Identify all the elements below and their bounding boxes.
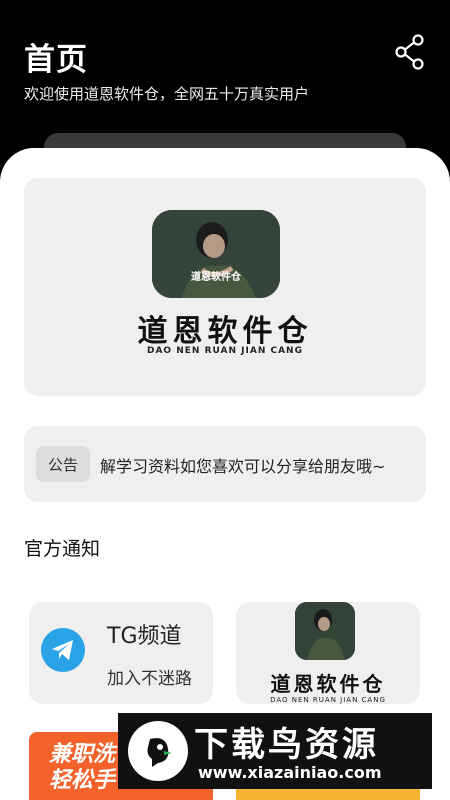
banner-photo: 道恩软件仓 <box>152 210 280 298</box>
page-title: 首页 <box>24 42 88 78</box>
section-title: 官方通知 <box>24 538 101 560</box>
announcement-text: 解学习资料如您喜欢可以分享给朋友哦~ <box>100 457 386 475</box>
promo-left-text: 兼职洗 轻松手 <box>49 742 116 793</box>
telegram-icon <box>41 628 85 672</box>
banner-pinyin: DAO NEN RUAN JIAN CANG <box>147 346 303 356</box>
watermark-title: 下载鸟资源 <box>194 725 379 765</box>
announcement-tag: 公告 <box>36 446 90 482</box>
banner-title: 道恩软件仓 <box>137 314 313 349</box>
share-button[interactable] <box>390 32 430 72</box>
banner-photo-caption: 道恩软件仓 <box>191 270 242 283</box>
tg-channel-card[interactable]: TG频道 加入不迷路 <box>29 602 213 704</box>
banner[interactable]: 道恩软件仓 道恩软件仓 DAO NEN RUAN JIAN CANG <box>24 178 426 396</box>
tg-card-title: TG频道 <box>107 624 182 649</box>
app-card-photo <box>295 602 355 660</box>
app-card-pinyin: DAO NEN RUAN JIAN CANG <box>270 696 386 704</box>
share-icon <box>395 34 424 70</box>
header: 首页 欢迎使用道恩软件仓，全网五十万真实用户 <box>0 0 450 173</box>
content-sheet: 道恩软件仓 道恩软件仓 DAO NEN RUAN JIAN CANG 公告 解学… <box>0 148 450 800</box>
watermark: 下载鸟资源 www.xiazainiao.com <box>118 713 432 789</box>
watermark-url: www.xiazainiao.com <box>198 763 382 782</box>
app-card[interactable]: 道恩软件仓 DAO NEN RUAN JIAN CANG <box>236 602 420 704</box>
welcome-subtitle: 欢迎使用道恩软件仓，全网五十万真实用户 <box>24 85 310 103</box>
bird-logo-icon <box>128 721 188 781</box>
app-card-title: 道恩软件仓 <box>270 672 386 696</box>
announcement-bar[interactable]: 公告 解学习资料如您喜欢可以分享给朋友哦~ <box>24 426 426 502</box>
tg-card-subtitle: 加入不迷路 <box>107 669 192 689</box>
